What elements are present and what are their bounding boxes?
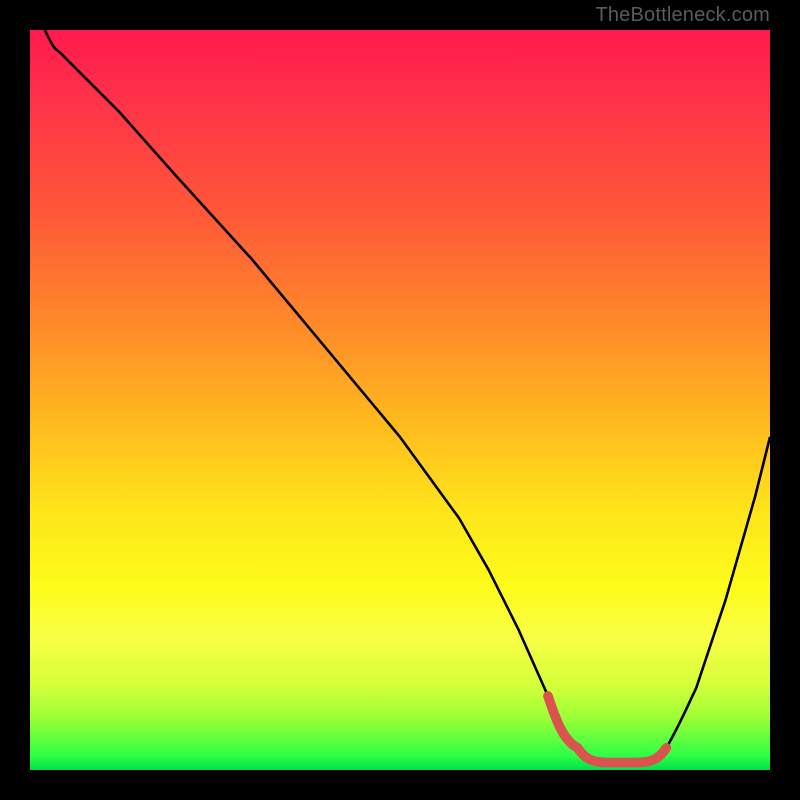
plot-area [30,30,770,770]
attribution-label: TheBottleneck.com [595,4,770,27]
curve-svg [30,30,770,770]
bottleneck-curve-path [45,30,770,763]
chart-frame: TheBottleneck.com [0,0,800,800]
optimal-range-highlight-path [548,696,666,763]
